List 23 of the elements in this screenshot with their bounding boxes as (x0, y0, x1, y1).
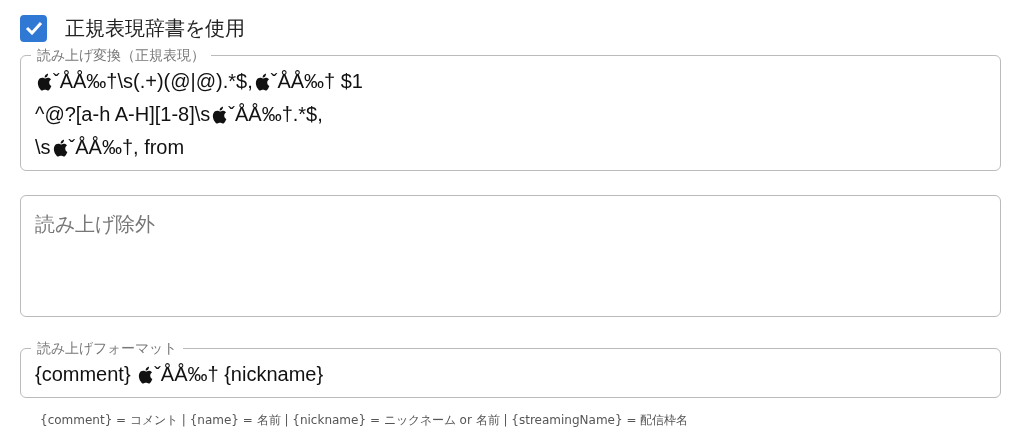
helper-text: {comment} = コメント | {name} = 名前 | {nickname} = ニックネーム or 名前 | {streamingName} = 配信枠名 (40, 412, 690, 429)
field-value-text: ^@?[a-h A-H][1-8]\s (35, 102, 211, 127)
placeholder-text: 読み上げ除外 (35, 212, 155, 237)
field-value-text: \s (35, 135, 51, 160)
apple-icon (137, 365, 154, 384)
input-field[interactable]: 読み上げフォーマット {comment} ˇÅÅ‰† {nickname} (20, 341, 1001, 398)
apple-icon (36, 72, 52, 91)
check-icon (24, 21, 43, 35)
field-value-text: ˇÅÅ‰†, from (68, 135, 185, 160)
field-label: 読み上げフォーマット (36, 341, 178, 355)
field-value-text: ˇÅÅ‰†.*$, (228, 102, 323, 127)
apple-icon (253, 72, 270, 91)
field-value-text: ˇÅÅ‰† {nickname} (154, 362, 324, 387)
field-value-text: ˇÅÅ‰†\s(.+)(@|@).*$, (53, 69, 253, 94)
text-area-field[interactable]: 読み上げ除外 (20, 195, 1001, 317)
apple-icon (51, 138, 68, 157)
apple-icon (211, 105, 228, 124)
field-value-text: {comment} (35, 362, 132, 387)
field-label: 読み上げ変換（正規表現） (36, 48, 206, 62)
text-area-field[interactable]: 読み上げ変換（正規表現） ˇÅÅ‰†\s(.+)(@|@).*$, ˇÅÅ‰† $1 ^@?[a-h A-H][1-8]\s ˇÅÅ‰†.*$, \s ˇÅÅ‰†, from (20, 48, 1001, 171)
checkbox-label: 正規表現辞書を使用 (65, 14, 245, 42)
field-value-text: ˇÅÅ‰† $1 (270, 69, 363, 94)
checkbox[interactable] (20, 14, 47, 42)
